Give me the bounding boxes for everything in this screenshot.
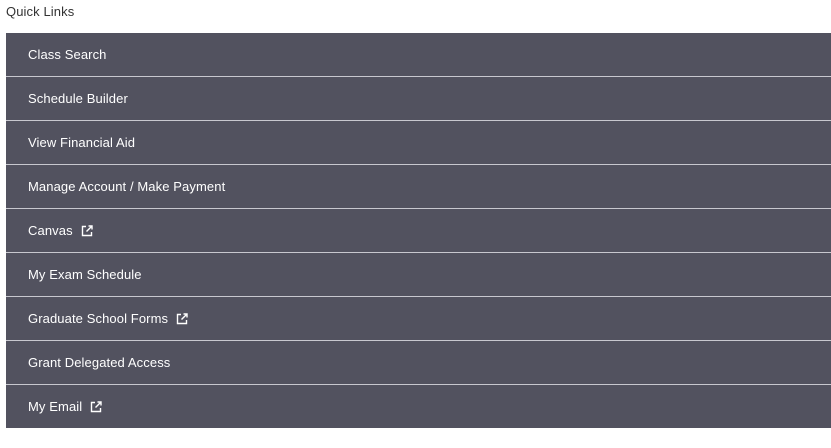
quick-link-label: Graduate School Forms	[28, 311, 169, 326]
external-link-icon	[80, 224, 94, 238]
quick-link-label: Canvas	[28, 223, 73, 238]
quick-link-label: View Financial Aid	[28, 135, 136, 150]
external-link-icon	[89, 400, 103, 414]
quick-link-manage-account[interactable]: Manage Account / Make Payment	[6, 165, 831, 209]
quick-link-schedule-builder[interactable]: Schedule Builder	[6, 77, 831, 121]
quick-links-title: Quick Links	[6, 4, 75, 19]
quick-links-panel: Quick Links Class Search Schedule Builde…	[0, 0, 831, 448]
quick-link-label: Grant Delegated Access	[28, 355, 171, 370]
quick-link-my-exam-schedule[interactable]: My Exam Schedule	[6, 253, 831, 297]
quick-link-graduate-school-forms[interactable]: Graduate School Forms	[6, 297, 831, 341]
quick-link-label: My Email	[28, 399, 83, 414]
quick-link-view-financial-aid[interactable]: View Financial Aid	[6, 121, 831, 165]
quick-link-label: Class Search	[28, 47, 107, 62]
quick-link-my-email[interactable]: My Email	[6, 385, 831, 428]
quick-link-grant-delegated-access[interactable]: Grant Delegated Access	[6, 341, 831, 385]
quick-links-list: Class Search Schedule Builder View Finan…	[6, 33, 831, 428]
quick-link-label: My Exam Schedule	[28, 267, 142, 282]
quick-link-label: Schedule Builder	[28, 91, 128, 106]
external-link-icon	[175, 312, 189, 326]
quick-link-class-search[interactable]: Class Search	[6, 33, 831, 77]
quick-link-label: Manage Account / Make Payment	[28, 179, 226, 194]
quick-link-canvas[interactable]: Canvas	[6, 209, 831, 253]
